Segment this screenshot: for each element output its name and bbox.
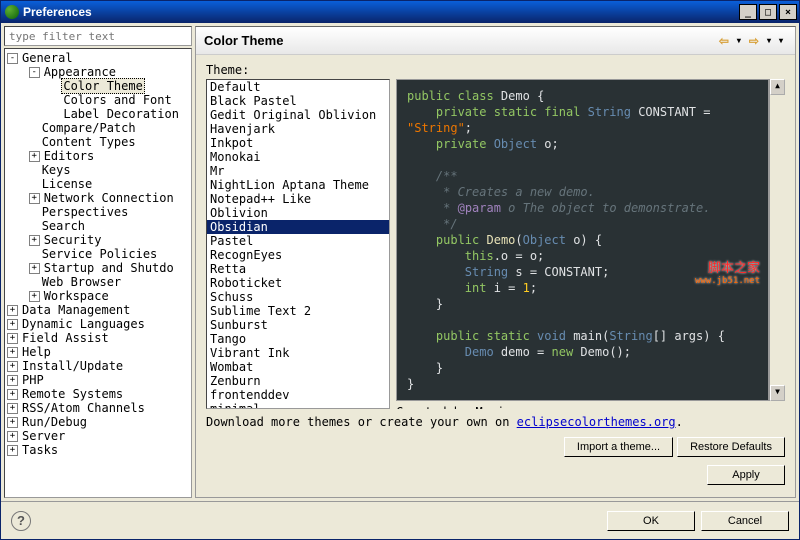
theme-item[interactable]: Inkpot (207, 136, 389, 150)
forward-icon[interactable]: ⇨ (745, 34, 763, 48)
ok-button[interactable]: OK (607, 511, 695, 531)
maximize-button[interactable]: □ (759, 4, 777, 20)
tree-item[interactable]: Service Policies (5, 247, 191, 261)
theme-item[interactable]: Oblivion (207, 206, 389, 220)
author-line: Created by Morinar (396, 401, 785, 409)
theme-item[interactable]: Tango (207, 332, 389, 346)
theme-item[interactable]: frontenddev (207, 388, 389, 402)
theme-item[interactable]: Retta (207, 262, 389, 276)
theme-item[interactable]: Monokai (207, 150, 389, 164)
tree-item[interactable]: License (5, 177, 191, 191)
theme-item[interactable]: Sublime Text 2 (207, 304, 389, 318)
scroll-down-icon[interactable]: ▼ (770, 385, 785, 401)
tree-item[interactable]: +Workspace (5, 289, 191, 303)
tree-item[interactable]: Content Types (5, 135, 191, 149)
theme-item[interactable]: Default (207, 80, 389, 94)
tree-item[interactable]: Keys (5, 163, 191, 177)
tree-item[interactable]: +Help (5, 345, 191, 359)
tree-item[interactable]: -General (5, 51, 191, 65)
help-icon[interactable]: ? (11, 511, 31, 531)
theme-item[interactable]: Obsidian (207, 220, 389, 234)
theme-item[interactable]: Pastel (207, 234, 389, 248)
close-button[interactable]: × (779, 4, 797, 20)
tree-item[interactable]: +Remote Systems (5, 387, 191, 401)
tree-item[interactable]: +Tasks (5, 443, 191, 457)
import-theme-button[interactable]: Import a theme... (564, 437, 673, 457)
theme-item[interactable]: Zenburn (207, 374, 389, 388)
theme-item[interactable]: Havenjark (207, 122, 389, 136)
tree-item[interactable]: +Data Management (5, 303, 191, 317)
back-icon[interactable]: ⇦ (715, 34, 733, 48)
tree-item[interactable]: +Dynamic Languages (5, 317, 191, 331)
tree-item[interactable]: Label Decoration (5, 107, 191, 121)
minimize-button[interactable]: _ (739, 4, 757, 20)
tree-item[interactable]: +Install/Update (5, 359, 191, 373)
tree-item[interactable]: -Appearance (5, 65, 191, 79)
section-header: Color Theme ⇦▾ ⇨▾ ▾ (196, 27, 795, 55)
tree-item[interactable]: Color Theme (5, 79, 191, 93)
window-title: Preferences (23, 5, 92, 19)
tree-item[interactable]: Colors and Font (5, 93, 191, 107)
tree-item[interactable]: +Run/Debug (5, 415, 191, 429)
tree-item[interactable]: +Startup and Shutdo (5, 261, 191, 275)
section-title: Color Theme (204, 33, 283, 48)
apply-button[interactable]: Apply (707, 465, 785, 485)
theme-item[interactable]: minimal (207, 402, 389, 409)
filter-input[interactable] (4, 26, 192, 46)
theme-item[interactable]: Vibrant Ink (207, 346, 389, 360)
theme-label: Theme: (206, 63, 785, 77)
forward-menu[interactable]: ▾ (763, 36, 775, 45)
cancel-button[interactable]: Cancel (701, 511, 789, 531)
tree-item[interactable]: Search (5, 219, 191, 233)
tree-item[interactable]: Web Browser (5, 275, 191, 289)
tree-item[interactable]: +Security (5, 233, 191, 247)
restore-defaults-button[interactable]: Restore Defaults (677, 437, 785, 457)
theme-item[interactable]: Notepad++ Like (207, 192, 389, 206)
tree-item[interactable]: +Server (5, 429, 191, 443)
tree-item[interactable]: +Editors (5, 149, 191, 163)
theme-item[interactable]: NightLion Aptana Theme (207, 178, 389, 192)
preferences-tree[interactable]: -General -Appearance Color Theme Colors … (4, 48, 192, 498)
theme-item[interactable]: Roboticket (207, 276, 389, 290)
preview-scrollbar[interactable]: ▲ ▼ (769, 79, 785, 401)
tree-item[interactable]: Compare/Patch (5, 121, 191, 135)
theme-item[interactable]: Schuss (207, 290, 389, 304)
code-preview: public class Demo { private static final… (396, 79, 769, 401)
tree-item[interactable]: +PHP (5, 373, 191, 387)
theme-list[interactable]: DefaultBlack PastelGedit Original Oblivi… (206, 79, 390, 409)
theme-item[interactable]: Sunburst (207, 318, 389, 332)
tree-item[interactable]: Perspectives (5, 205, 191, 219)
tree-item[interactable]: +Field Assist (5, 331, 191, 345)
view-menu[interactable]: ▾ (775, 36, 787, 45)
theme-item[interactable]: Black Pastel (207, 94, 389, 108)
back-menu[interactable]: ▾ (733, 36, 745, 45)
download-line: Download more themes or create your own … (206, 409, 785, 433)
titlebar: Preferences _ □ × (1, 1, 799, 23)
tree-item[interactable]: +Network Connection (5, 191, 191, 205)
scroll-up-icon[interactable]: ▲ (770, 79, 785, 95)
theme-item[interactable]: RecognEyes (207, 248, 389, 262)
themes-link[interactable]: eclipsecolorthemes.org (517, 415, 676, 429)
theme-item[interactable]: Mr (207, 164, 389, 178)
theme-item[interactable]: Wombat (207, 360, 389, 374)
tree-item[interactable]: +RSS/Atom Channels (5, 401, 191, 415)
app-icon (5, 5, 19, 19)
theme-item[interactable]: Gedit Original Oblivion (207, 108, 389, 122)
